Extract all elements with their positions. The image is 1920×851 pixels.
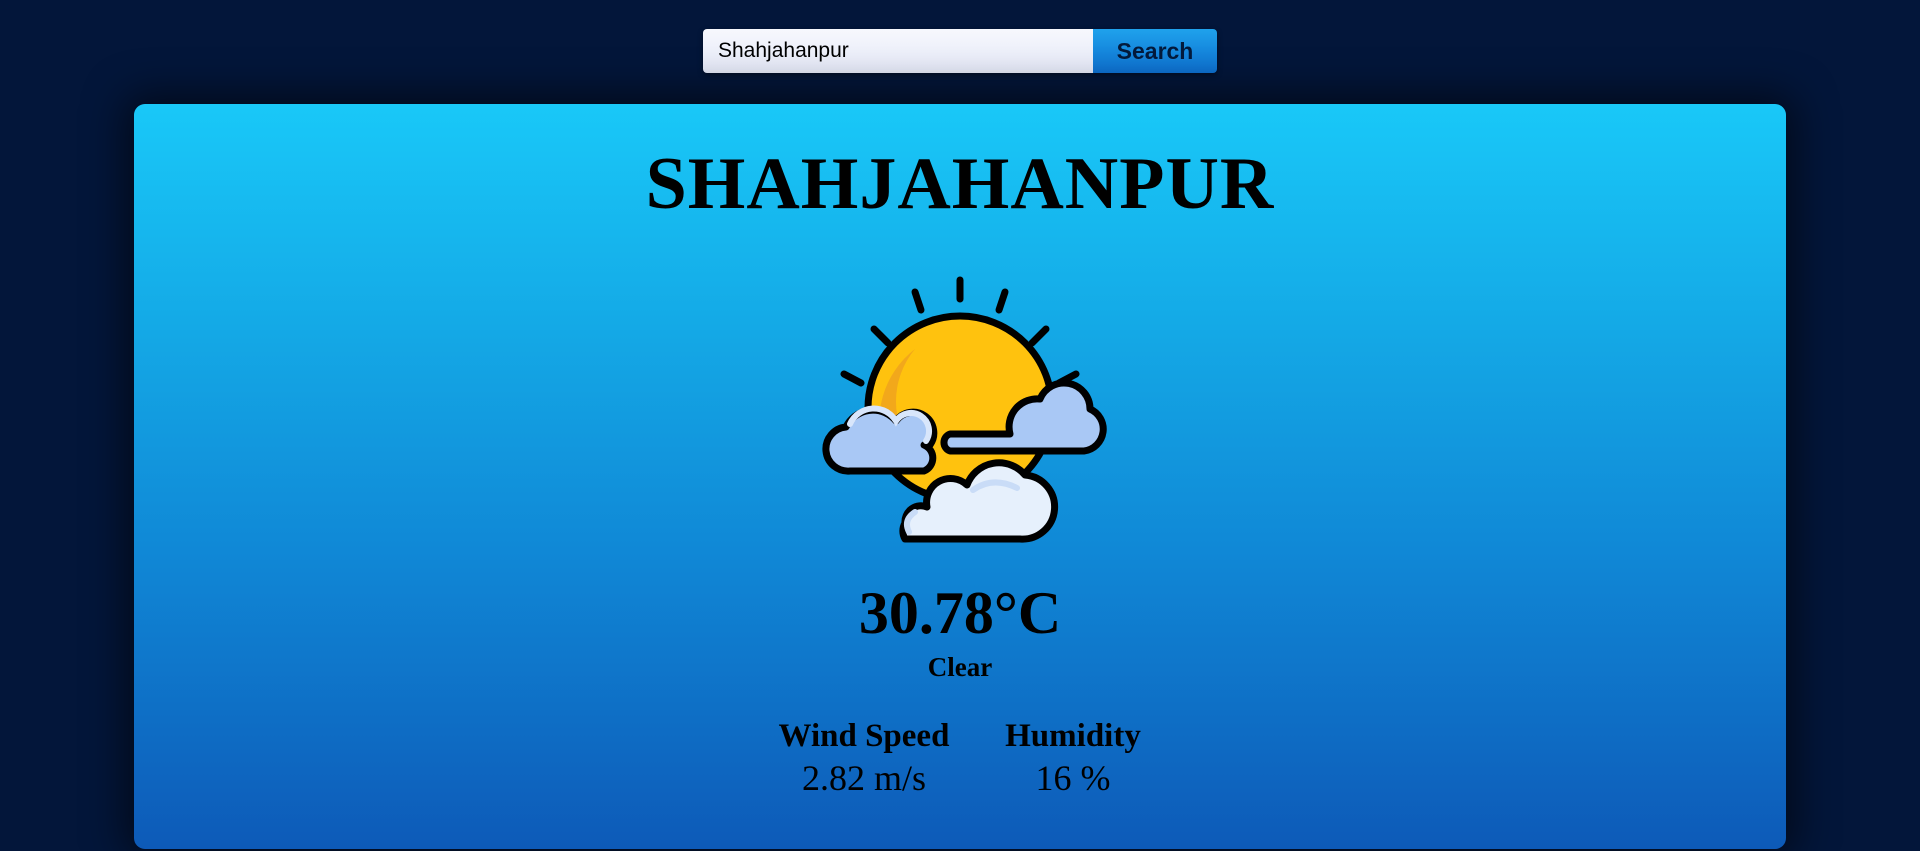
- search-button[interactable]: Search: [1093, 29, 1217, 73]
- weather-card: SHAHJAHANPUR 30.78°C Clear Wind Speed 2.…: [134, 104, 1786, 849]
- wind-speed-stat: Wind Speed 2.82 m/s: [754, 716, 974, 800]
- humidity-stat: Humidity 16 %: [983, 716, 1163, 800]
- temperature-value: 30.78°C: [858, 580, 1062, 646]
- humidity-value: 16 %: [1035, 758, 1111, 798]
- weather-condition: Clear: [927, 652, 993, 682]
- search-bar: Search: [703, 29, 1217, 73]
- weather-app: Search SHAHJAHANPUR: [0, 0, 1920, 851]
- search-input[interactable]: [703, 29, 1093, 73]
- wind-speed-value: 2.82 m/s: [801, 758, 926, 798]
- humidity-label: Humidity: [1005, 718, 1141, 754]
- city-name: SHAHJAHANPUR: [645, 143, 1275, 225]
- wind-speed-label: Wind Speed: [778, 718, 950, 754]
- sun-behind-clouds-icon: [822, 276, 1107, 543]
